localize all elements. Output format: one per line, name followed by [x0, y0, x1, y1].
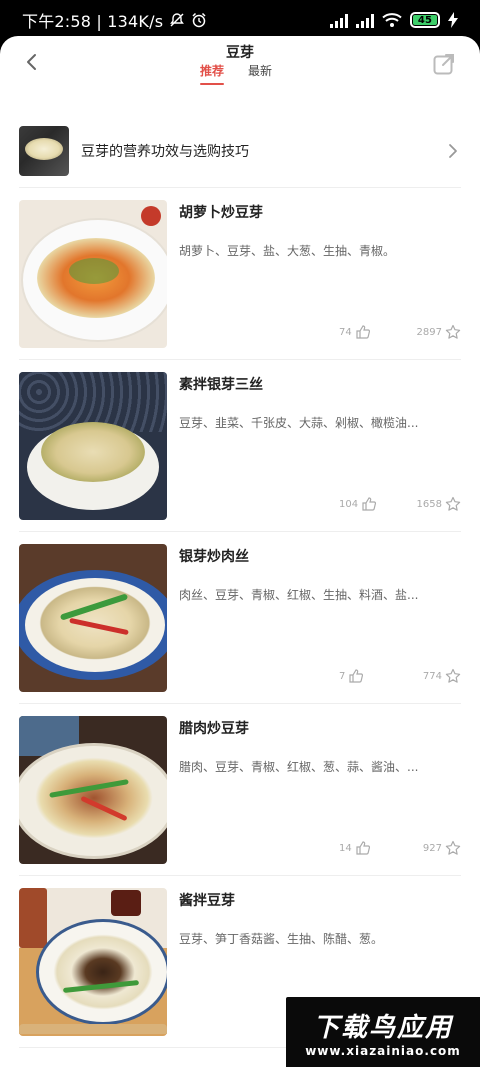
thumbs-up-icon [356, 325, 370, 339]
recipe-item[interactable]: 胡萝卜炒豆芽 胡萝卜、豆芽、盐、大葱、生抽、青椒。 74 2897 [19, 200, 461, 348]
status-right: 45 [330, 12, 458, 28]
recipe-title: 腊肉炒豆芽 [179, 721, 249, 737]
star-icon [445, 668, 461, 683]
likes-value: 104 [339, 498, 359, 510]
recipe-thumbnail [19, 716, 167, 864]
recipe-item[interactable]: 银芽炒肉丝 肉丝、豆芽、青椒、红椒、生抽、料酒、盐... 7 774 [19, 544, 461, 692]
divider [19, 531, 461, 532]
signal-icon [330, 12, 348, 28]
likes-value: 7 [339, 670, 346, 682]
watermark-title: 下载鸟应用 [312, 1012, 453, 1043]
recipe-title: 素拌银芽三丝 [179, 377, 263, 393]
status-bar: 下午2:58 | 134K/s 45 [0, 0, 480, 40]
favorites-value: 2897 [416, 326, 442, 338]
signal-icon [356, 12, 374, 28]
thumbs-up-icon [356, 841, 370, 855]
like-count[interactable]: 14 [339, 840, 371, 856]
banner-title: 豆芽的营养功效与选购技巧 [81, 144, 249, 160]
page-title: 豆芽 [226, 45, 254, 61]
recipe-item[interactable]: 素拌银芽三丝 豆芽、韭菜、千张皮、大蒜、剁椒、橄榄油... 104 1658 [19, 372, 461, 520]
recipe-item[interactable]: 腊肉炒豆芽 腊肉、豆芽、青椒、红椒、葱、蒜、酱油、... 14 927 [19, 716, 461, 864]
divider [19, 187, 461, 188]
recipe-ingredients: 腊肉、豆芽、青椒、红椒、葱、蒜、酱油、... [179, 760, 419, 774]
recipe-title: 银芽炒肉丝 [179, 549, 249, 565]
recipe-ingredients: 胡萝卜、豆芽、盐、大葱、生抽、青椒。 [179, 244, 396, 258]
recipe-title: 酱拌豆芽 [179, 893, 235, 909]
divider [19, 703, 461, 704]
thumbs-up-icon [349, 669, 364, 683]
header: 豆芽 推荐 最新 [0, 36, 480, 106]
like-count[interactable]: 7 [339, 668, 364, 684]
alarm-icon [192, 12, 206, 28]
banner-thumbnail [19, 126, 69, 176]
battery-icon: 45 [410, 12, 440, 28]
mute-icon [170, 13, 185, 27]
like-count[interactable]: 104 [339, 496, 377, 512]
battery-level: 45 [413, 15, 437, 26]
favorites-value: 774 [422, 670, 442, 682]
favorite-count[interactable]: 774 [423, 668, 461, 684]
recipe-thumbnail [19, 200, 167, 348]
favorite-count[interactable]: 1658 [417, 496, 461, 512]
favorite-count[interactable]: 927 [423, 840, 461, 856]
chevron-right-icon [449, 144, 457, 158]
wifi-icon [382, 13, 402, 27]
star-icon [445, 496, 461, 511]
tab-latest[interactable]: 最新 [248, 62, 272, 85]
share-button[interactable] [432, 52, 456, 76]
favorites-value: 927 [422, 842, 442, 854]
likes-value: 14 [339, 842, 352, 854]
recipe-title: 胡萝卜炒豆芽 [179, 205, 263, 221]
recipe-thumbnail [19, 544, 167, 692]
recipe-thumbnail-partial [19, 1024, 167, 1034]
tab-bar: 推荐 最新 [200, 62, 272, 85]
recipe-ingredients: 肉丝、豆芽、青椒、红椒、生抽、料酒、盐... [179, 588, 419, 602]
status-time: 下午2:58 | 134K/s [22, 12, 164, 31]
thumbs-up-icon [362, 497, 377, 511]
recipe-stats: 74 2897 [339, 324, 461, 340]
star-icon [445, 840, 461, 855]
watermark: 下载鸟应用 www.xiazainiao.com [286, 997, 480, 1067]
favorites-value: 1658 [416, 498, 442, 510]
watermark-url: www.xiazainiao.com [305, 1043, 461, 1058]
recipe-thumbnail [19, 888, 167, 1036]
tab-recommended[interactable]: 推荐 [200, 62, 225, 85]
nutrition-article-banner[interactable]: 豆芽的营养功效与选购技巧 [19, 126, 461, 176]
status-left: 下午2:58 | 134K/s [22, 8, 207, 32]
recipe-stats: 7 774 [339, 668, 461, 684]
share-icon [433, 54, 454, 75]
recipe-thumbnail [19, 372, 167, 520]
recipe-stats: 14 927 [339, 840, 461, 856]
charging-icon [448, 12, 458, 28]
divider [19, 875, 461, 876]
like-count[interactable]: 74 [339, 324, 371, 340]
likes-value: 74 [339, 326, 352, 338]
app-screen: 豆芽 推荐 最新 豆芽的营养功效与选购技巧 胡萝卜炒豆芽 胡萝卜、豆芽、盐、大葱… [0, 36, 480, 1067]
recipe-stats: 104 1658 [339, 496, 461, 512]
star-icon [445, 324, 461, 339]
divider [19, 359, 461, 360]
recipe-ingredients: 豆芽、笋丁香菇酱、生抽、陈醋、葱。 [179, 932, 384, 946]
recipe-ingredients: 豆芽、韭菜、千张皮、大蒜、剁椒、橄榄油... [179, 416, 419, 430]
favorite-count[interactable]: 2897 [417, 324, 461, 340]
